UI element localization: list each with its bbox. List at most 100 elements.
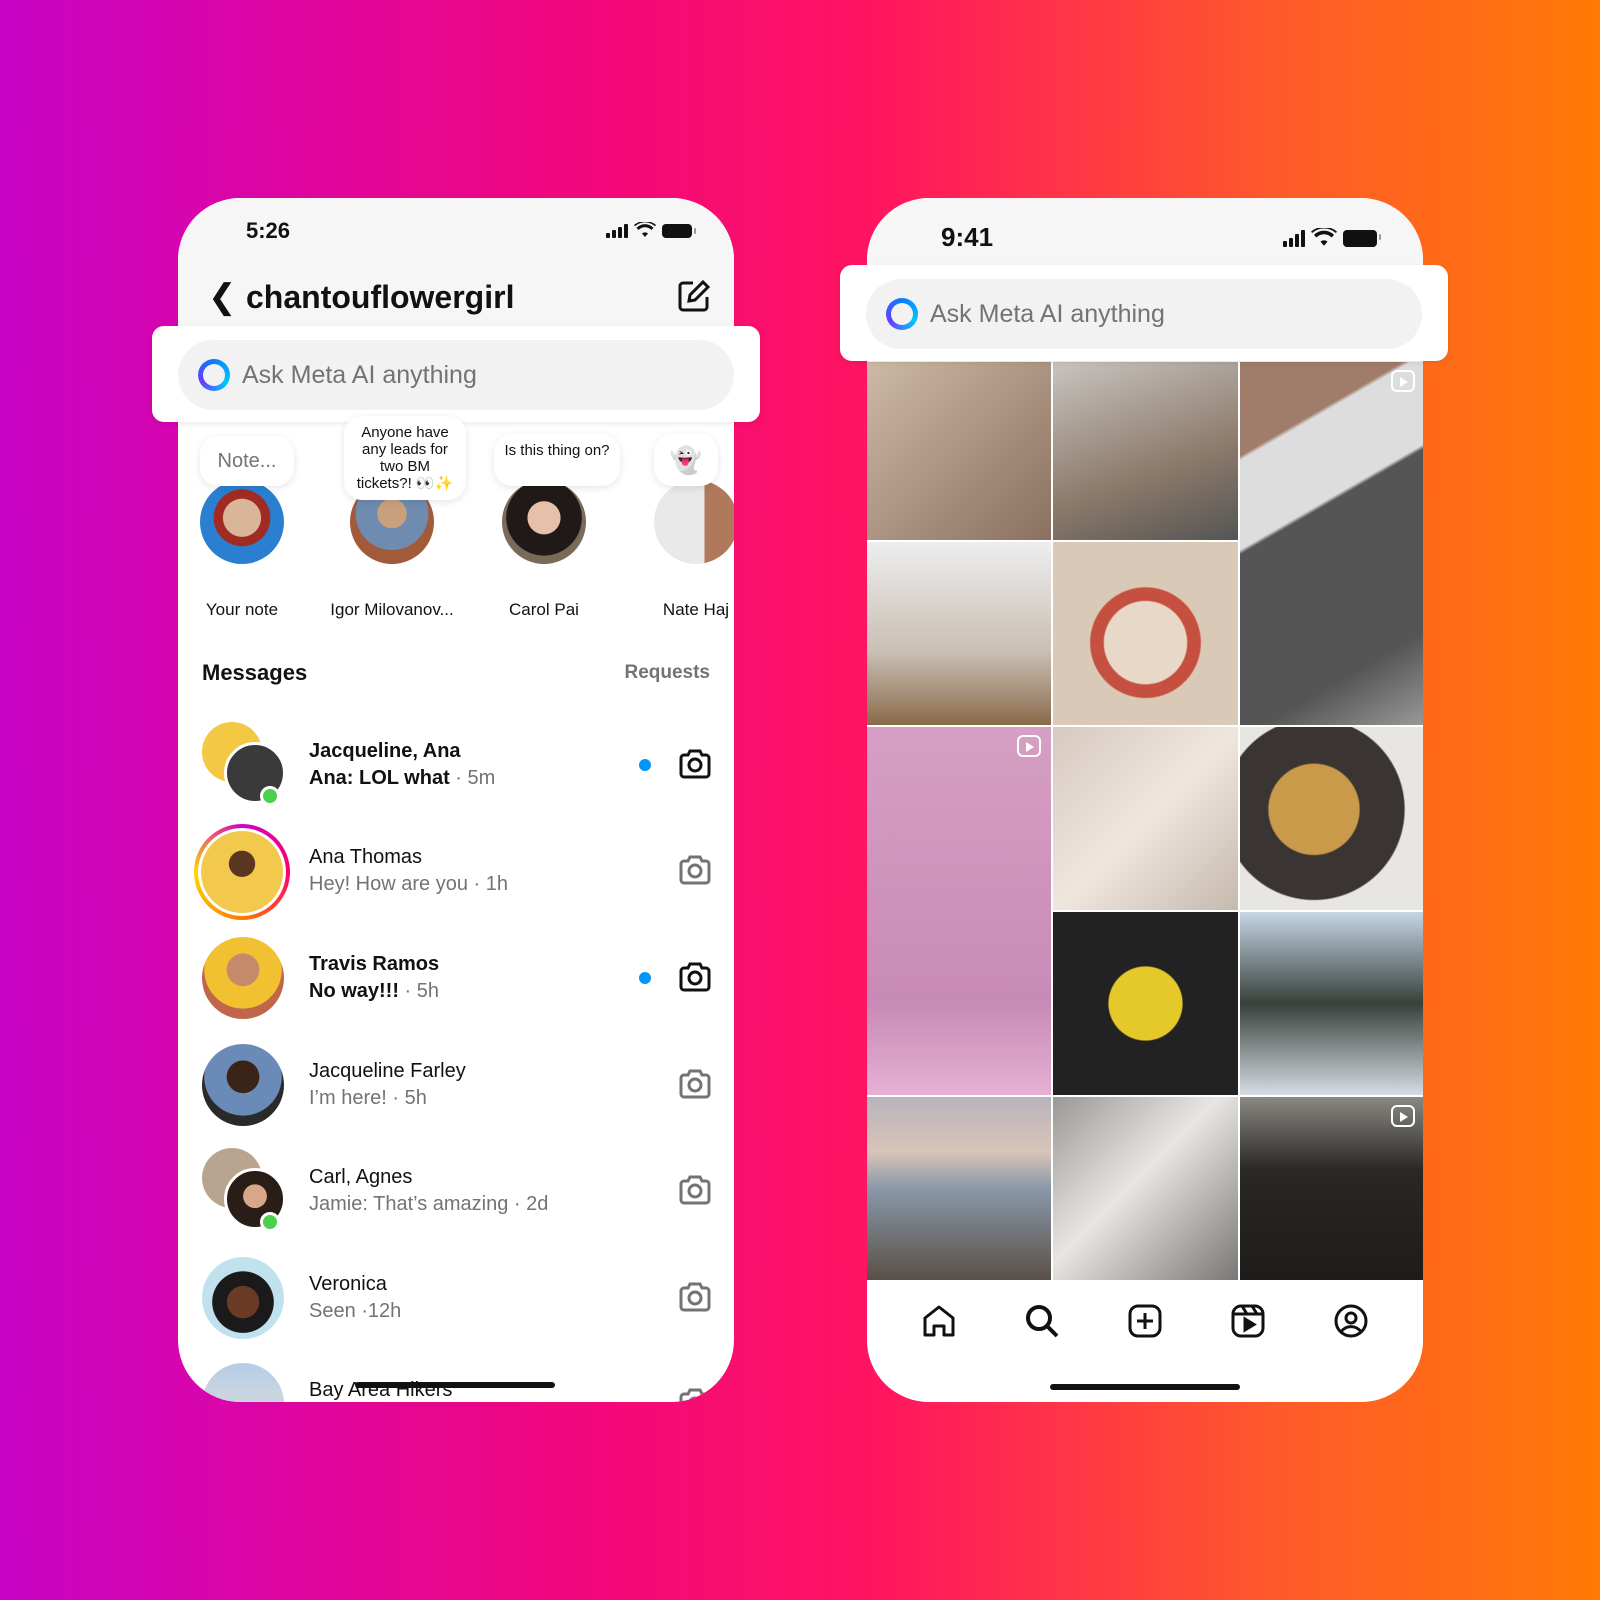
camera-icon[interactable] [678,1387,712,1402]
thread-text: Ana Thomas Hey! How are you · 1h [309,844,508,898]
thread-text: Bay Area Hikers [309,1377,452,1402]
thread-row[interactable]: Jacqueline Farley I’m here! · 5h [178,1032,734,1138]
online-indicator [260,1212,280,1232]
thread-text: Travis Ramos No way!!! · 5h [309,951,439,1005]
explore-tile[interactable] [867,727,1051,1095]
story-ring [194,824,290,920]
explore-tile[interactable] [1240,362,1423,725]
home-indicator [355,1382,555,1388]
explore-tile[interactable] [1240,727,1423,910]
thread-text: Carl, Agnes Jamie: That’s amazing · 2d [309,1164,548,1218]
explore-tile[interactable] [1053,1097,1238,1280]
thread-header: ❮ chantouflowergirl [178,266,734,328]
note-bubble: 👻 [654,434,718,486]
camera-icon[interactable] [678,854,712,886]
battery-icon [1343,230,1381,247]
meta-ai-ring-icon [886,298,918,330]
thread-text: Jacqueline, Ana Ana: LOL what · 5m [309,738,495,792]
meta-ai-ring-icon [198,359,230,391]
reels-icon [1391,370,1415,392]
explore-tile[interactable] [1053,912,1238,1095]
status-icons [1283,228,1381,247]
meta-ai-card: Ask Meta AI anything [152,326,760,422]
messages-section-header: Messages Requests [202,660,710,686]
thread-row[interactable]: Jacqueline, Ana Ana: LOL what · 5m [178,712,734,818]
explore-tile[interactable] [1053,727,1238,910]
thread-row[interactable]: Carl, Agnes Jamie: That’s amazing · 2d [178,1138,734,1244]
camera-icon[interactable] [678,748,712,780]
unread-dot [639,759,651,771]
thread-text: Veronica Seen ·12h [309,1271,401,1325]
thread-message: Hey! How are you [309,873,468,895]
thread-message: Ana: LOL what [309,767,450,789]
camera-icon[interactable] [678,1281,712,1313]
explore-tile[interactable] [867,362,1051,540]
thread-name: Ana Thomas [309,846,423,868]
camera-icon[interactable] [678,1068,712,1100]
compose-icon[interactable] [676,278,712,314]
camera-icon[interactable] [678,1174,712,1206]
wifi-icon [634,222,656,237]
explore-tile[interactable] [867,1097,1051,1280]
thread-text: Jacqueline Farley I’m here! · 5h [309,1058,466,1112]
status-bar: 5:26 ❮ chantouflowergirl [178,198,734,328]
thread-name: Jacqueline, Ana [309,740,461,762]
account-username[interactable]: chantouflowergirl [246,279,514,316]
avatar [502,480,586,564]
reels-icon [1391,1105,1415,1127]
thread-time: · 5h [399,980,440,1002]
explore-tile[interactable] [1053,362,1238,540]
thread-time: · 5m [449,767,496,789]
profile-icon[interactable] [1333,1303,1369,1339]
create-icon[interactable] [1127,1303,1163,1339]
thread-message: Seen [309,1300,356,1322]
thread-row[interactable]: Ana Thomas Hey! How are you · 1h [178,818,734,924]
avatar [202,1044,284,1126]
thread-row[interactable]: Travis Ramos No way!!! · 5h [178,925,734,1031]
note-bubble[interactable]: Note... [200,436,294,486]
thread-name: Travis Ramos [309,953,440,975]
messages-title: Messages [202,660,308,685]
explore-phone: 9:41 [867,198,1423,1402]
thread-message: Jamie: That’s amazing [309,1193,509,1215]
online-indicator [260,786,280,806]
thread-message: I’m here! [309,1087,387,1109]
meta-ai-placeholder: Ask Meta AI anything [242,360,477,389]
note-name: Igor Milovanov... [330,600,454,619]
requests-link[interactable]: Requests [624,662,710,684]
thread-time: · 5h [386,1087,427,1109]
home-icon[interactable] [921,1303,957,1339]
explore-tile[interactable] [867,542,1051,725]
explore-tile[interactable] [1240,912,1423,1095]
thread-time: · 2d [508,1193,549,1215]
thread-row[interactable]: Bay Area Hikers [178,1351,734,1402]
avatar [654,480,734,564]
meta-ai-search[interactable]: Ask Meta AI anything [178,340,734,410]
note-name: Carol Pai [509,600,579,619]
thread-row[interactable]: Veronica Seen ·12h [178,1245,734,1351]
thread-time: ·12h [355,1300,402,1322]
camera-icon[interactable] [678,961,712,993]
wifi-icon [1311,228,1337,246]
explore-tile[interactable] [1053,542,1238,725]
notes-row: Note... Your note Anyone have any leads … [178,416,734,622]
avatar [202,937,284,1019]
meta-ai-card: Ask Meta AI anything [840,265,1448,361]
note-bubble: Is this thing on? [494,434,620,486]
thread-message: No way!!! [309,980,399,1002]
reels-icon[interactable] [1230,1303,1266,1339]
thread-name: Jacqueline Farley [309,1060,466,1082]
status-icons [606,222,696,238]
note-name: Nate Haj [662,600,730,619]
thread-name: Veronica [309,1273,387,1295]
status-time: 9:41 [941,222,994,252]
explore-tile[interactable] [1240,1097,1423,1280]
avatar [200,480,284,564]
back-chevron-icon[interactable]: ❮ [208,277,237,317]
explore-grid [867,362,1423,1280]
search-icon[interactable] [1024,1303,1060,1339]
note-name: Your note [205,600,279,619]
meta-ai-search[interactable]: Ask Meta AI anything [866,279,1422,349]
avatar [202,1257,284,1339]
thread-name: Bay Area Hikers [309,1379,453,1401]
